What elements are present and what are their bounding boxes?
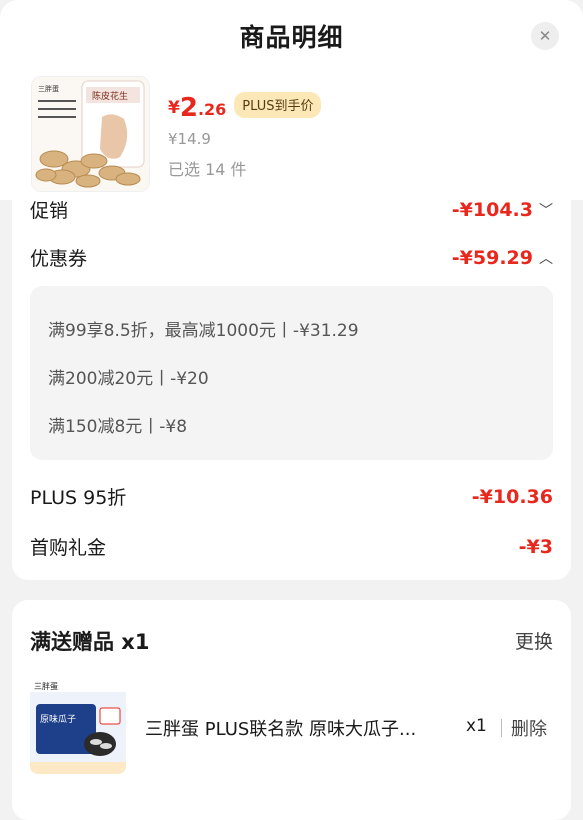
gift-image: 三胖蛋 原味瓜子 — [30, 678, 126, 774]
change-gift-button[interactable]: 更换 — [515, 627, 553, 654]
chevron-down-icon: ﹀ — [539, 202, 553, 219]
first-purchase-row: 首购礼金 -¥3 — [30, 533, 553, 560]
coupon-row[interactable]: 优惠券 -¥59.29 ︿ — [30, 244, 553, 271]
plus-discount-label: PLUS 95折 — [30, 487, 127, 509]
page-title: 商品明细 — [239, 23, 344, 52]
coupon-item: 满150减8元丨-¥8 — [48, 417, 188, 437]
first-purchase-label: 首购礼金 — [30, 537, 107, 559]
price-integer: 2 — [179, 93, 198, 123]
discount-card: 促销 -¥104.3 ﹀ 优惠券 -¥59.29 ︿ 满99享8.5折，最高减1… — [12, 180, 571, 580]
price-row: ¥ 2 .26 PLUS到手价 — [168, 92, 322, 123]
delete-gift-button[interactable]: 删除 — [511, 715, 547, 741]
coupon-label: 优惠券 — [30, 248, 88, 270]
promotion-value: -¥104.3 — [451, 198, 533, 221]
product-image-label: 陈皮花生 — [92, 90, 128, 102]
product-summary-header: 商品明细 ✕ 陈皮花生 三胖蛋 ¥ 2 .26 PLUS到手价 ¥14.9 已选… — [0, 0, 583, 200]
gift-image-label: 原味瓜子 — [40, 713, 76, 725]
gift-title: 满送赠品 x1 — [30, 630, 150, 654]
first-purchase-value: -¥3 — [518, 535, 553, 558]
coupon-value: -¥59.29 — [451, 246, 533, 269]
price-decimal: .26 — [197, 100, 227, 119]
close-icon: ✕ — [538, 27, 552, 45]
plus-price-badge: PLUS到手价 — [234, 92, 322, 118]
plus-discount-value: -¥10.36 — [471, 485, 553, 508]
original-price: ¥14.9 — [168, 130, 211, 148]
plus-discount-row: PLUS 95折 -¥10.36 — [30, 483, 553, 510]
gift-quantity: x1 — [466, 716, 487, 736]
product-brand-text: 三胖蛋 — [38, 84, 59, 93]
gift-name: 三胖蛋 PLUS联名款 原味大瓜子... — [145, 719, 417, 740]
chevron-up-icon: ︿ — [539, 250, 553, 267]
product-image: 陈皮花生 三胖蛋 — [31, 76, 150, 192]
promotion-row[interactable]: 促销 -¥104.3 ﹀ — [30, 196, 553, 223]
gift-card: 满送赠品 x1 更换 三胖蛋 原味瓜子 三胖蛋 PLUS联名款 原味大瓜子...… — [12, 600, 571, 820]
close-button[interactable]: ✕ — [531, 22, 559, 50]
selected-count: 已选 14 件 — [168, 160, 247, 179]
gift-brand-text: 三胖蛋 — [34, 681, 58, 691]
coupon-item: 满200减20元丨-¥20 — [48, 369, 209, 389]
promotion-label: 促销 — [30, 200, 69, 222]
price-currency: ¥ — [168, 98, 180, 118]
coupon-details: 满99享8.5折，最高减1000元丨-¥31.29 满200减20元丨-¥20 … — [30, 286, 553, 460]
divider — [501, 719, 502, 737]
coupon-item: 满99享8.5折，最高减1000元丨-¥31.29 — [48, 321, 359, 341]
